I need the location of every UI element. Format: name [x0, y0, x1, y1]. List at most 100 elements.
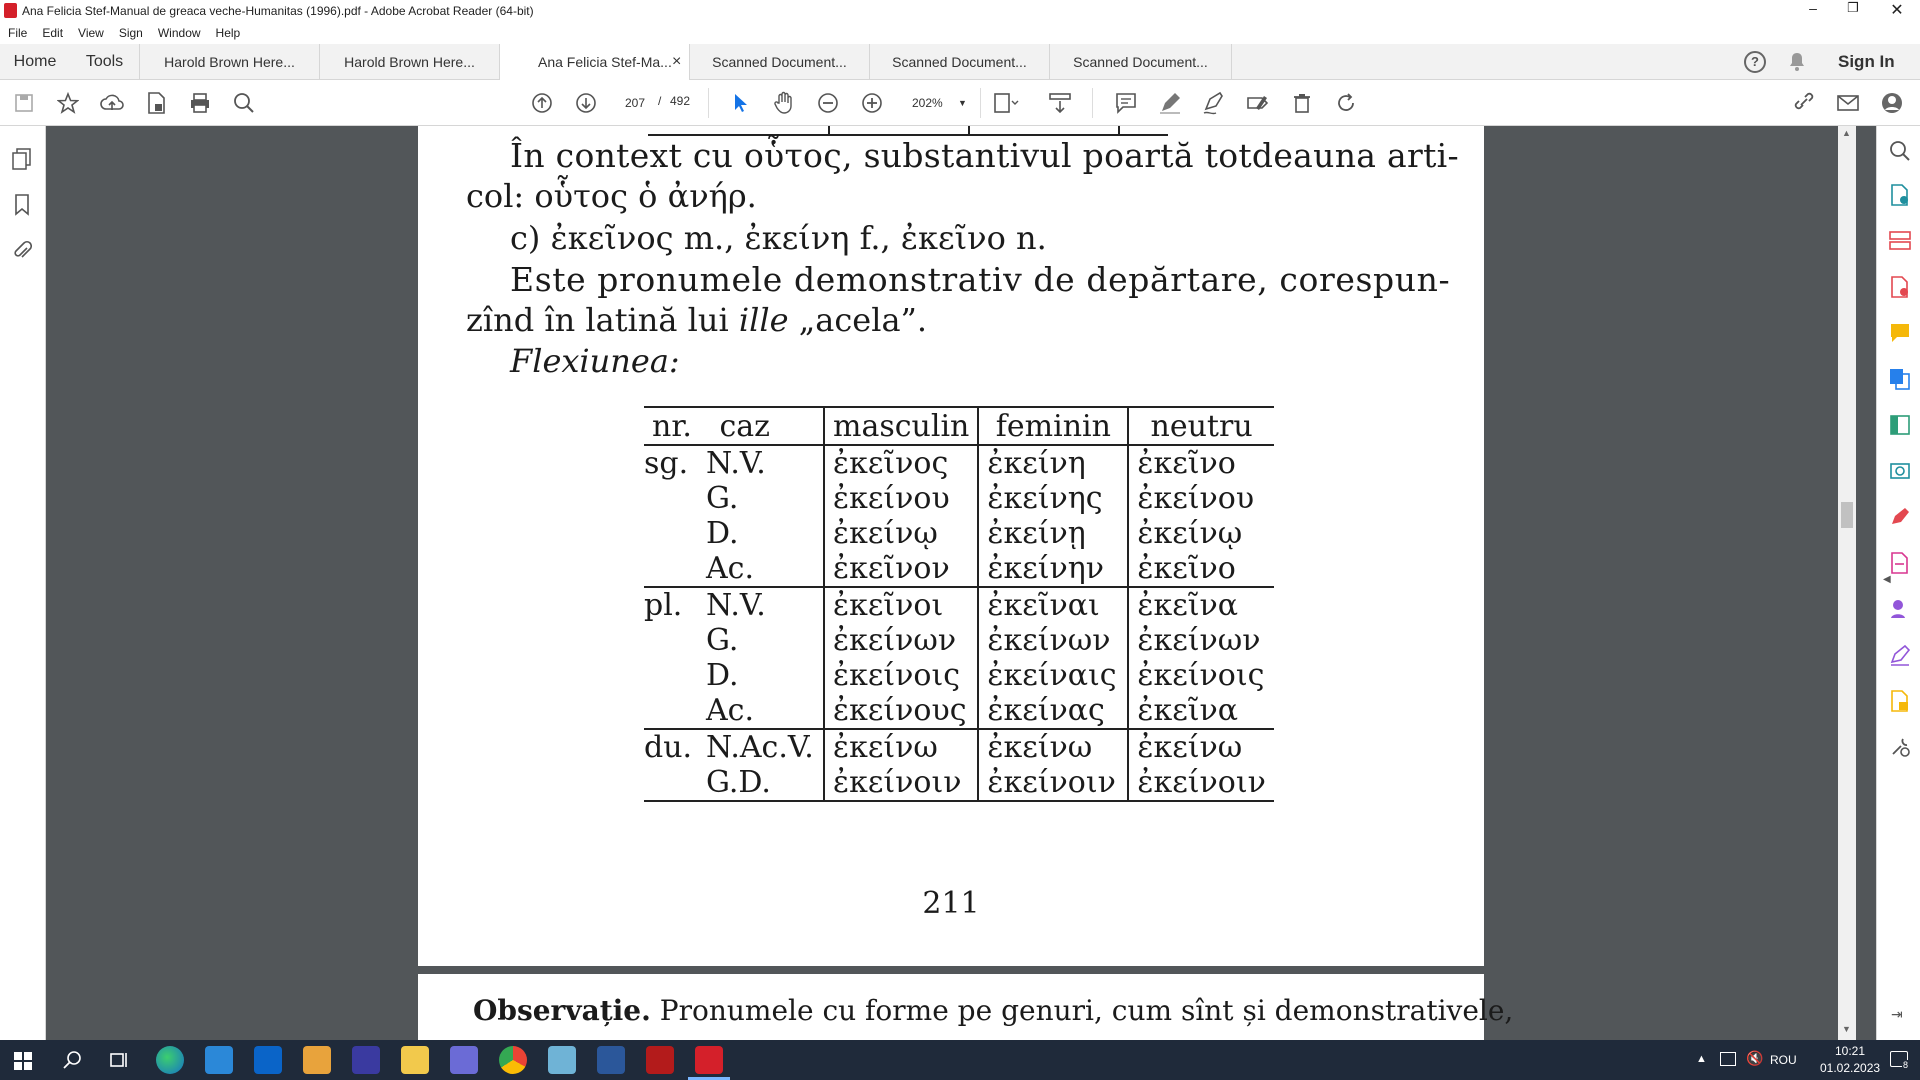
comment-tool-icon[interactable] [1889, 322, 1911, 349]
star-icon[interactable] [54, 89, 82, 117]
scan-ocr-icon[interactable] [1889, 460, 1911, 487]
expand-panel-icon[interactable]: ◀ [1883, 574, 1891, 585]
share-link-icon[interactable] [1790, 89, 1818, 117]
create-pdf-icon[interactable] [142, 89, 170, 117]
sign-in-button[interactable]: Sign In [1838, 52, 1895, 72]
export-pdf-icon[interactable] [1889, 184, 1911, 211]
scroll-down-arrow[interactable]: ▼ [1842, 1024, 1851, 1034]
combine-files-icon[interactable] [1889, 368, 1911, 395]
zoom-out-icon[interactable] [814, 89, 842, 117]
network-icon[interactable] [1720, 1052, 1736, 1066]
clock-date[interactable]: 01.02.2023 [1820, 1061, 1880, 1075]
next-page-icon[interactable] [572, 89, 600, 117]
help-icon[interactable]: ? [1744, 51, 1766, 73]
doc-tab[interactable]: Scanned Document... [1050, 44, 1232, 80]
zoom-level-value: 202% [912, 96, 943, 110]
zoom-level-dropdown[interactable]: 202% ▼ [902, 92, 972, 114]
create-pdf-tool-icon[interactable] [1889, 276, 1911, 303]
document-viewer[interactable]: În context cu οὗτος, substantivul poartă… [46, 126, 1838, 1040]
protect-icon[interactable] [1889, 644, 1911, 671]
vertical-scrollbar[interactable]: ▲ ▼ [1838, 126, 1856, 1040]
collapse-right-icon[interactable]: ⇥ [1891, 1006, 1903, 1023]
scroll-up-arrow[interactable]: ▲ [1842, 128, 1851, 138]
send-review-icon[interactable] [1889, 690, 1911, 717]
menu-file[interactable]: File [0, 22, 34, 40]
menu-edit[interactable]: Edit [34, 22, 70, 40]
upload-cloud-icon[interactable] [98, 89, 126, 117]
doc-tab[interactable]: Harold Brown Here... [320, 44, 500, 80]
cell-neutru: ἐκείνῳ [1137, 516, 1243, 551]
close-tab-button[interactable]: × [672, 44, 681, 80]
edit-pdf-icon[interactable] [1889, 552, 1911, 579]
tray-chevron-up-icon[interactable]: ▲ [1696, 1053, 1707, 1065]
chrome-icon[interactable] [499, 1046, 527, 1074]
save-icon[interactable] [10, 89, 38, 117]
language-indicator[interactable]: ROU [1770, 1053, 1797, 1067]
menu-help[interactable]: Help [208, 22, 248, 40]
comment-icon[interactable] [1112, 89, 1140, 117]
print-icon[interactable] [186, 89, 214, 117]
windows-start-icon[interactable] [14, 1052, 32, 1075]
fill-sign-icon[interactable] [1244, 89, 1272, 117]
draw-icon[interactable] [1200, 89, 1228, 117]
acrobat-logo-icon [4, 3, 17, 18]
previous-page-icon[interactable] [528, 89, 556, 117]
tab-tools[interactable]: Tools [70, 44, 140, 80]
media-player-icon[interactable] [303, 1046, 331, 1074]
menu-bar: File Edit View Sign Window Help [0, 22, 1920, 44]
clock-time[interactable]: 10:21 [1820, 1044, 1880, 1058]
more-tools-icon[interactable] [1889, 736, 1911, 763]
scroll-thumb[interactable] [1841, 502, 1853, 528]
doc-tab[interactable]: Scanned Document... [870, 44, 1050, 80]
mail-icon[interactable] [254, 1046, 282, 1074]
app-icon[interactable] [450, 1046, 478, 1074]
tab-home[interactable]: Home [0, 44, 70, 80]
doc-tab[interactable]: Harold Brown Here... [140, 44, 320, 80]
cell-nr: sg. [644, 446, 689, 481]
store-icon[interactable] [205, 1046, 233, 1074]
delete-icon[interactable] [1288, 89, 1316, 117]
close-window-button[interactable]: ✕ [1874, 0, 1920, 22]
request-signature-icon[interactable] [1889, 598, 1911, 625]
app-red-icon[interactable] [646, 1046, 674, 1074]
right-tools-panel: ◀ ⇥ [1876, 126, 1920, 1040]
zoom-search-icon[interactable] [1889, 140, 1911, 167]
fill-sign-tool-icon[interactable] [1889, 506, 1911, 533]
attachment-icon[interactable] [12, 240, 33, 267]
highlight-pen-icon[interactable] [1156, 89, 1184, 117]
organize-pages-icon[interactable] [1889, 230, 1911, 257]
bookmark-icon[interactable] [14, 194, 30, 221]
text-line: Observație. Pronumele cu forme pe genuri… [473, 994, 1513, 1027]
rotate-icon[interactable] [1332, 89, 1360, 117]
search-icon[interactable] [230, 89, 258, 117]
menu-view[interactable]: View [70, 22, 111, 40]
page-fit-icon[interactable] [992, 89, 1020, 117]
doc-tab[interactable]: Scanned Document... [690, 44, 870, 80]
hand-tool-icon[interactable] [770, 89, 798, 117]
edge-icon[interactable] [156, 1046, 184, 1074]
notification-bell-icon[interactable] [1788, 52, 1806, 72]
word-icon[interactable] [597, 1046, 625, 1074]
page-number-input[interactable]: 207 [616, 92, 654, 114]
doc-tab-active[interactable]: Ana Felicia Stef-Ma... × [500, 44, 690, 81]
notepad-icon[interactable] [548, 1046, 576, 1074]
compress-pdf-icon[interactable] [1889, 414, 1911, 441]
taskbar-search-icon[interactable] [62, 1050, 82, 1075]
cell-caz: N.V. [706, 588, 766, 623]
cell-masculin: ἐκεῖνον [824, 551, 980, 587]
select-cursor-icon[interactable] [726, 89, 754, 117]
account-icon[interactable] [1878, 89, 1906, 117]
zoom-in-icon[interactable] [858, 89, 886, 117]
email-icon[interactable] [1834, 89, 1862, 117]
task-view-icon[interactable] [110, 1051, 130, 1074]
menu-sign[interactable]: Sign [111, 22, 150, 40]
scroll-mode-icon[interactable] [1046, 89, 1074, 117]
restore-button[interactable]: ❐ [1830, 0, 1876, 22]
page-thumbnails-icon[interactable] [12, 148, 32, 175]
volume-muted-icon[interactable]: 🔇 [1746, 1050, 1763, 1067]
save-app-icon[interactable] [352, 1046, 380, 1074]
cell-feminin: ἐκείναις [978, 658, 1130, 693]
acrobat-taskbar-icon[interactable] [695, 1046, 723, 1074]
menu-window[interactable]: Window [150, 22, 208, 40]
file-explorer-icon[interactable] [401, 1046, 429, 1074]
